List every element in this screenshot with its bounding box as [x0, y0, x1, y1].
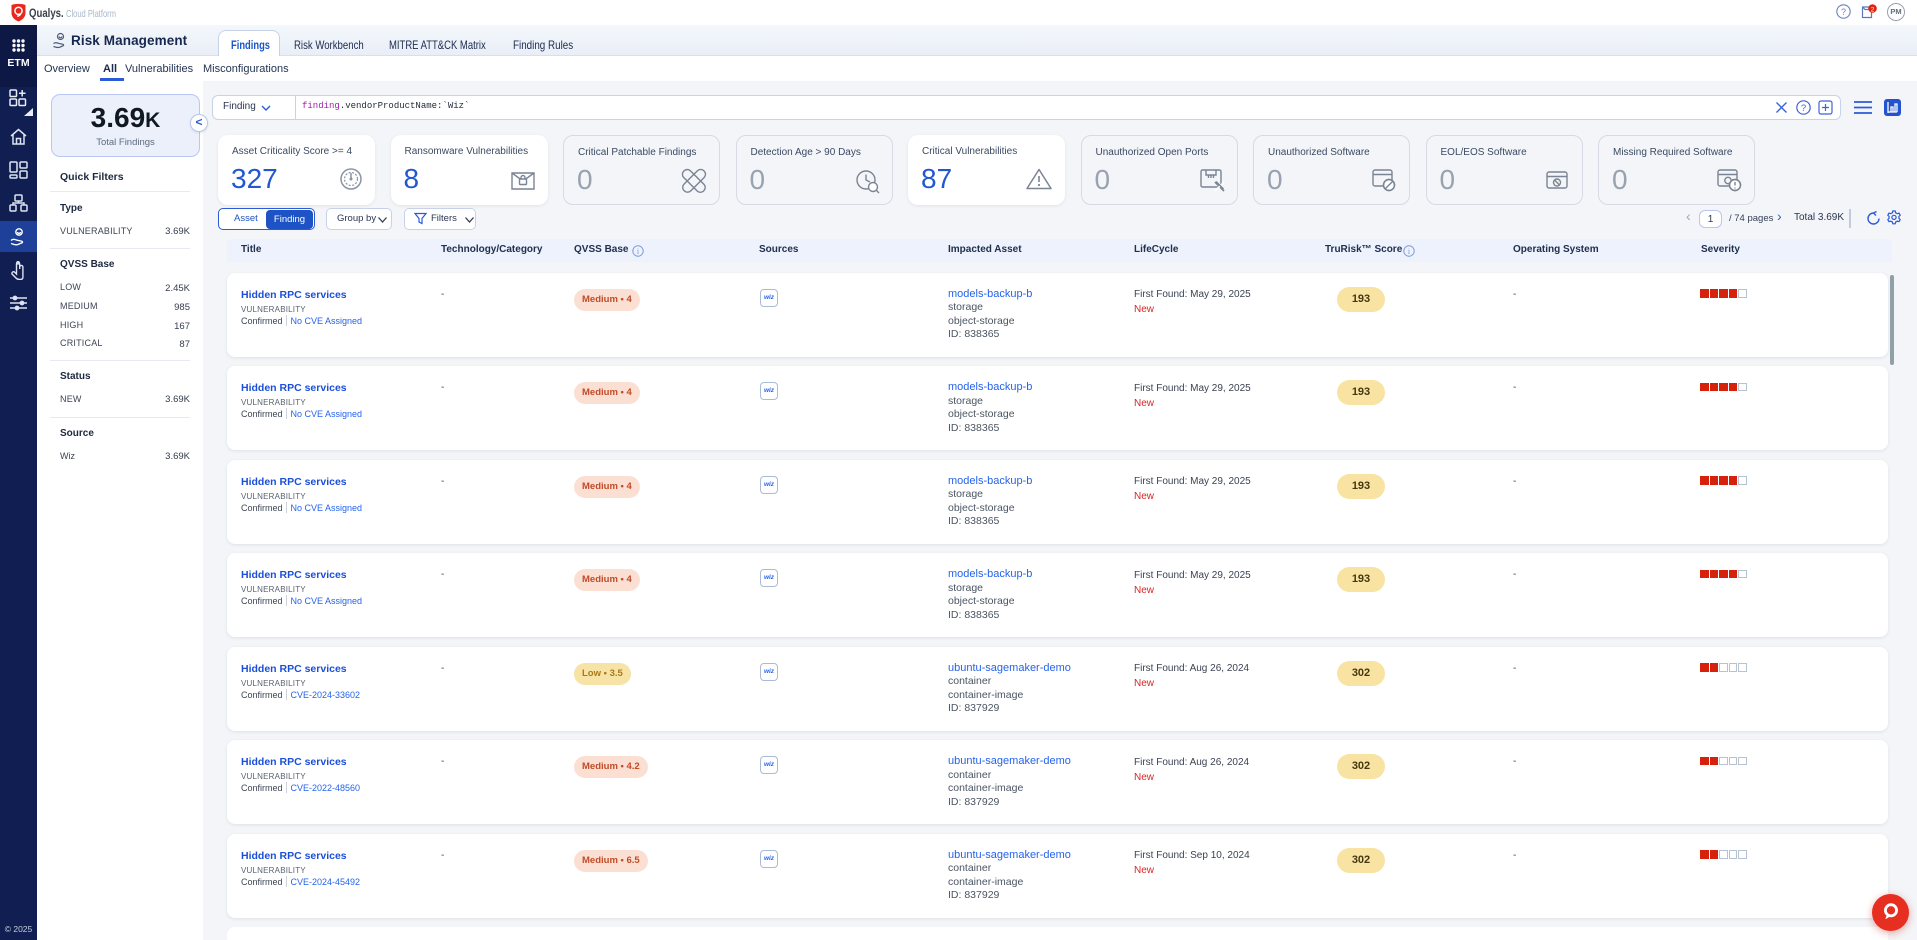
svg-text:2: 2	[1871, 6, 1875, 13]
svg-text:?: ?	[1841, 7, 1846, 17]
svg-text:i: i	[637, 247, 640, 256]
svg-text:?: ?	[1801, 103, 1806, 114]
svg-text:i: i	[1408, 247, 1411, 256]
